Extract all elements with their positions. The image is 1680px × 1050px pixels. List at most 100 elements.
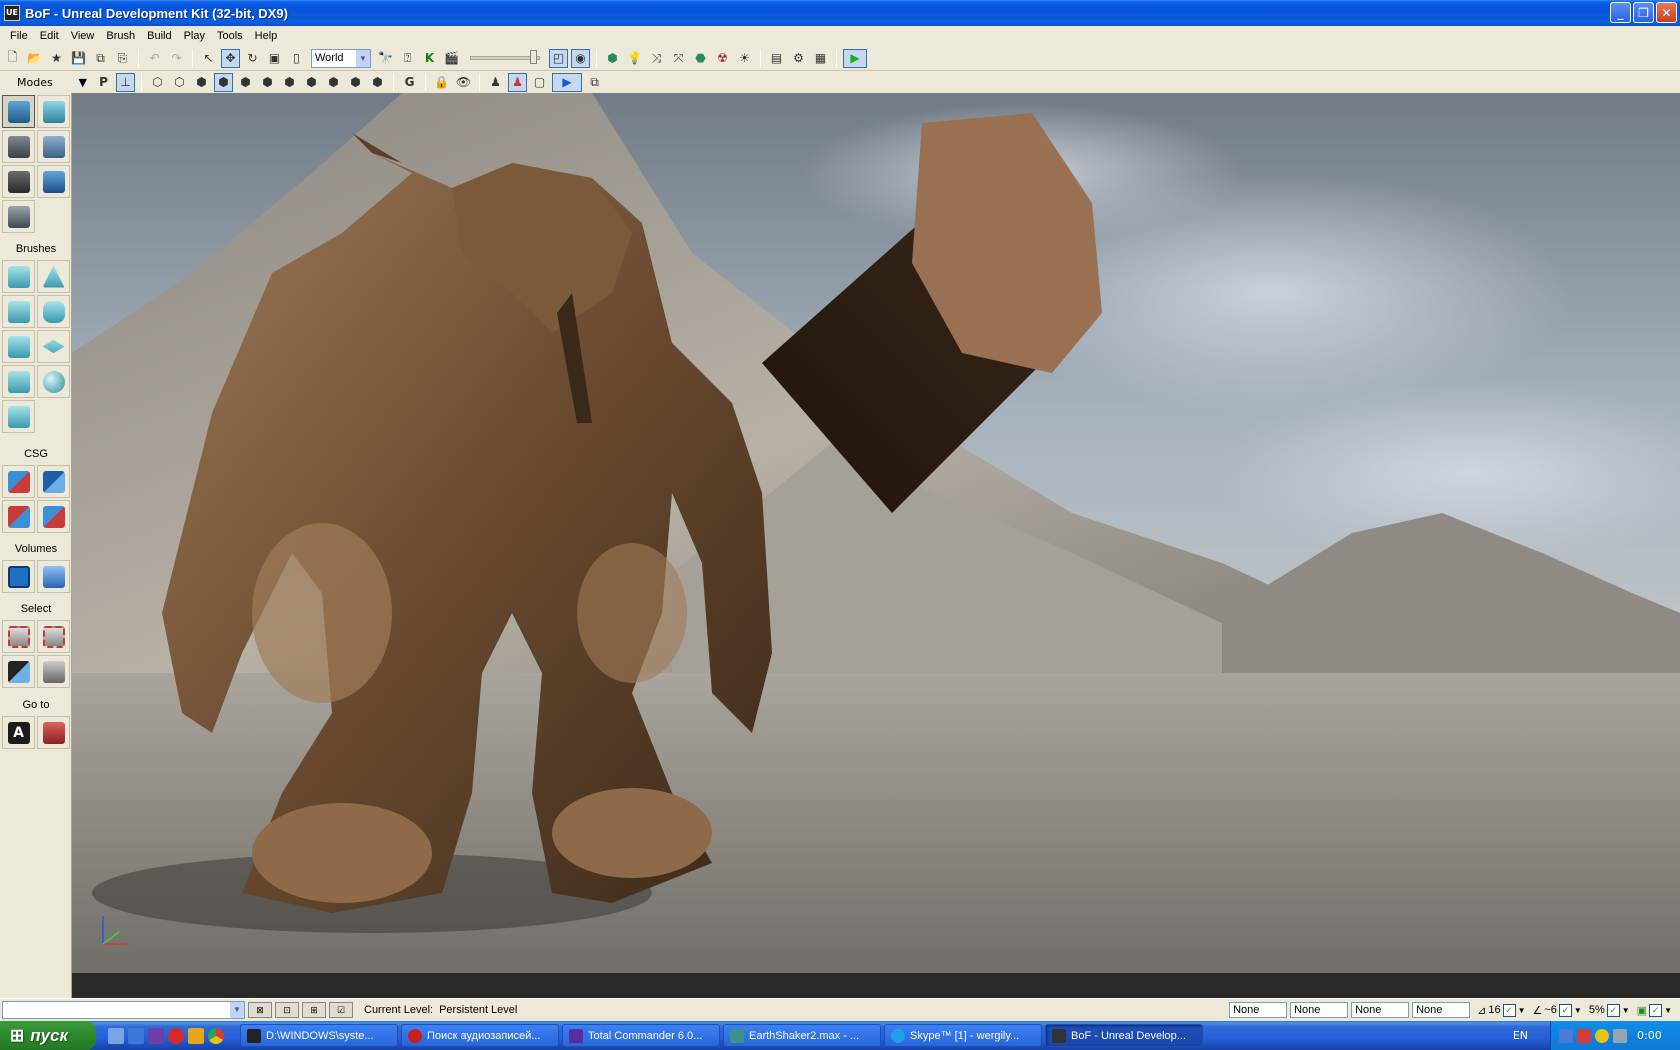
favorites-icon[interactable]: ★ xyxy=(47,49,66,68)
commander-icon[interactable] xyxy=(148,1027,164,1044)
unlit-icon[interactable]: ⬢ xyxy=(192,73,211,92)
shader-complexity-icon[interactable]: ⬢ xyxy=(324,73,343,92)
task-cmd[interactable]: D:\WINDOWS\syste... xyxy=(240,1024,398,1047)
wireframe-icon[interactable]: ⬡ xyxy=(170,73,189,92)
modes-dropdown[interactable]: Modes ▼ xyxy=(3,76,91,89)
autosave-checkbox[interactable]: ✓ xyxy=(1649,1003,1663,1017)
spiral-stair-brush-button[interactable] xyxy=(2,365,35,398)
volume-icon[interactable] xyxy=(1613,1028,1627,1043)
csg-add-button[interactable] xyxy=(2,465,35,498)
build-geometry-icon[interactable]: ⬢ xyxy=(603,49,622,68)
csg-subtract-button[interactable] xyxy=(37,465,70,498)
command-input[interactable]: ▼ xyxy=(2,1001,245,1019)
mesh-paint-button[interactable] xyxy=(2,165,35,198)
slider-knob[interactable] xyxy=(530,50,537,64)
info-field-4[interactable]: None xyxy=(1412,1002,1471,1018)
cone-brush-button[interactable] xyxy=(37,260,70,293)
sheet-brush-button[interactable] xyxy=(37,330,70,363)
goto-actor-button[interactable]: A xyxy=(2,716,35,749)
cube-brush-button[interactable] xyxy=(2,260,35,293)
open-icon[interactable]: 📂 xyxy=(25,49,44,68)
new-icon[interactable]: 🗋 xyxy=(3,49,22,68)
perspective-viewport[interactable] xyxy=(72,93,1680,998)
matinee-icon[interactable]: 🎬 xyxy=(442,49,461,68)
nonuniform-scale-icon[interactable]: ▯ xyxy=(287,49,306,68)
invert-selection-button[interactable] xyxy=(2,655,35,688)
task-3dsmax[interactable]: EarthShaker2.max - ... xyxy=(723,1024,881,1047)
scale-grid-icon[interactable]: ⊞ xyxy=(302,1002,326,1018)
build-paths-icon[interactable]: ⤨ xyxy=(647,49,666,68)
chevron-down-icon[interactable]: ▼ xyxy=(79,76,87,89)
kismet-icon[interactable]: K xyxy=(420,49,439,68)
texture-density-icon[interactable]: ⬢ xyxy=(302,73,321,92)
rotate-mode-icon[interactable]: ↻ xyxy=(243,49,262,68)
terrain-mode-button[interactable] xyxy=(2,130,35,163)
rotation-snap-control[interactable]: ∠ ~6 ✓ ▼ xyxy=(1533,1003,1582,1017)
sphere-brush-button[interactable] xyxy=(37,365,70,398)
landscape-mode-button[interactable] xyxy=(2,200,35,233)
drag-grid-control[interactable]: ⊿ 16 ✓ ▼ xyxy=(1477,1003,1526,1017)
grid-toggle-icon[interactable]: G xyxy=(400,73,419,92)
menu-build[interactable]: Build xyxy=(141,30,177,42)
console-icon[interactable]: ▦ xyxy=(811,49,830,68)
add-special-volume-button[interactable] xyxy=(37,560,70,593)
camera-mode-button[interactable] xyxy=(2,95,35,128)
task-opera[interactable]: Поиск аудиозаписей... xyxy=(401,1024,559,1047)
scale-snap-checkbox[interactable]: ✓ xyxy=(1606,1003,1620,1017)
generic-browser-icon[interactable]: ⚙ xyxy=(789,49,808,68)
menu-view[interactable]: View xyxy=(65,30,101,42)
scale-mode-icon[interactable]: ▣ xyxy=(265,49,284,68)
select-all-button[interactable] xyxy=(37,620,70,653)
info-field-3[interactable]: None xyxy=(1351,1002,1410,1018)
minimize-button[interactable]: _ xyxy=(1610,2,1631,23)
build-lighting-icon[interactable]: 💡 xyxy=(625,49,644,68)
translate-mode-icon[interactable]: ✥ xyxy=(221,48,240,68)
network-icon[interactable] xyxy=(1559,1028,1573,1043)
unreal-app-icon[interactable]: UE xyxy=(4,5,20,21)
build-cover-icon[interactable]: ⤧ xyxy=(669,49,688,68)
save-all-icon[interactable]: ⧉ xyxy=(91,49,110,68)
rotation-snap-checkbox[interactable]: ✓ xyxy=(1558,1003,1572,1017)
skype-tray-icon[interactable] xyxy=(1595,1028,1609,1043)
cylinder-brush-button[interactable] xyxy=(37,295,70,328)
task-skype[interactable]: Skype™ [1] - wergily... xyxy=(884,1024,1042,1047)
csg-deintersect-button[interactable] xyxy=(37,500,70,533)
chevron-down-icon[interactable]: ▼ xyxy=(356,49,370,67)
vertex-snap-icon[interactable]: ☑ xyxy=(329,1002,353,1018)
winamp-icon[interactable] xyxy=(188,1027,204,1044)
drag-grid-toggle-icon[interactable]: ⊠ xyxy=(248,1002,272,1018)
view-visibility-icon[interactable]: 👁 xyxy=(454,73,473,92)
lock-icon[interactable]: 🔒 xyxy=(432,73,451,92)
detail-lighting-icon[interactable]: ⬢ xyxy=(236,73,255,92)
chrome-icon[interactable] xyxy=(208,1027,224,1044)
actor-lock-icon[interactable]: ♟ xyxy=(508,72,527,92)
chevron-down-icon[interactable]: ▼ xyxy=(1574,1006,1582,1015)
language-indicator[interactable]: EN xyxy=(1513,1029,1528,1042)
task-unreal[interactable]: BoF - Unreal Develop... xyxy=(1045,1024,1203,1047)
select-mode-icon[interactable]: ↖ xyxy=(199,49,218,68)
lighting-only-icon[interactable]: ⬢ xyxy=(258,73,277,92)
game-view-icon[interactable]: ◉ xyxy=(571,48,590,68)
task-total-commander[interactable]: Total Commander 6.0... xyxy=(562,1024,720,1047)
light-complexity-icon[interactable]: ⬢ xyxy=(280,73,299,92)
actor-icon[interactable]: ♟ xyxy=(486,73,505,92)
texture-align-button[interactable] xyxy=(37,130,70,163)
kismet-help-icon[interactable]: ⍰ xyxy=(398,49,417,68)
close-button[interactable]: ✕ xyxy=(1656,2,1677,23)
lighting-info-icon[interactable]: ⬢ xyxy=(368,73,387,92)
linear-stair-brush-button[interactable] xyxy=(2,330,35,363)
menu-brush[interactable]: Brush xyxy=(100,30,141,42)
pivot-icon[interactable]: P xyxy=(94,73,113,92)
info-field-2[interactable]: None xyxy=(1290,1002,1349,1018)
select-inside-button[interactable] xyxy=(2,620,35,653)
desktop-icon[interactable] xyxy=(108,1027,124,1044)
lit-icon[interactable]: ⬢ xyxy=(214,72,233,92)
chevron-down-icon[interactable]: ▼ xyxy=(1518,1006,1526,1015)
save-copy-icon[interactable]: ⎘ xyxy=(113,49,132,68)
redo-icon[interactable]: ↷ xyxy=(167,49,186,68)
goto-builder-brush-button[interactable] xyxy=(37,716,70,749)
clock[interactable]: 0:00 xyxy=(1637,1029,1662,1042)
chevron-down-icon[interactable]: ▼ xyxy=(230,1002,244,1018)
autosave-control[interactable]: ▣ ✓ ▼ xyxy=(1637,1003,1672,1017)
deselect-button[interactable] xyxy=(37,655,70,688)
